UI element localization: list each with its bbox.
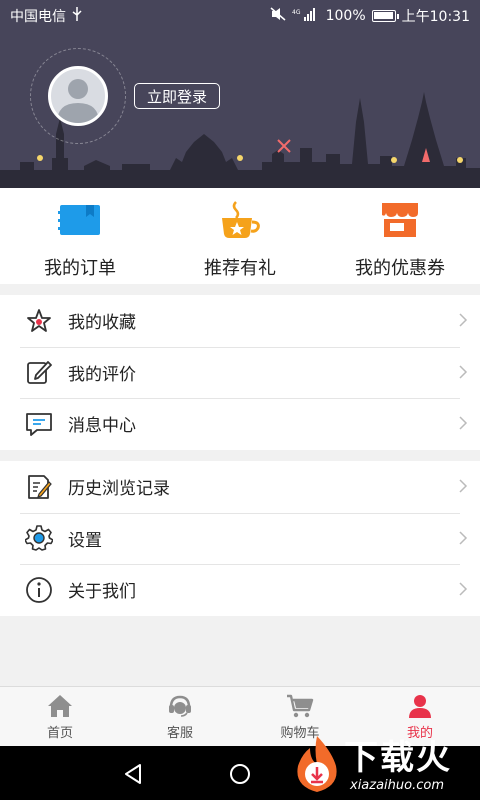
home-button-icon[interactable] — [229, 763, 251, 785]
chevron-right-icon — [459, 582, 468, 596]
back-icon[interactable] — [122, 763, 144, 785]
customer-service-icon — [166, 693, 194, 719]
order-book-icon — [58, 200, 102, 240]
chevron-right-icon — [459, 416, 468, 430]
mute-icon — [270, 7, 286, 25]
user-icon — [406, 693, 434, 719]
login-button[interactable]: 立即登录 — [134, 83, 220, 109]
chevron-right-icon — [459, 479, 468, 493]
menu-item-history[interactable]: 历史浏览记录 — [0, 461, 480, 513]
menu-group-general: 历史浏览记录 设置 关于我们 — [0, 461, 480, 616]
usb-icon — [72, 7, 82, 25]
home-icon — [46, 693, 74, 719]
quick-item-coupons[interactable]: 我的优惠券 — [320, 188, 480, 284]
quick-item-label: 我的优惠券 — [355, 258, 445, 279]
tab-label: 首页 — [46, 726, 73, 741]
message-icon — [24, 409, 54, 439]
carrier-label: 中国电信 — [10, 9, 66, 25]
coffee-cup-icon — [218, 200, 262, 240]
edit-icon — [24, 357, 54, 387]
menu-item-label: 历史浏览记录 — [68, 479, 170, 500]
cart-icon — [286, 693, 314, 719]
clock: 上午10:31 — [401, 9, 470, 25]
chevron-right-icon — [459, 364, 468, 379]
menu-item-reviews[interactable]: 我的评价 — [0, 346, 480, 399]
menu-item-label: 我的收藏 — [68, 313, 136, 334]
chevron-right-icon — [459, 530, 468, 545]
tab-label: 客服 — [166, 726, 193, 741]
battery-icon — [371, 10, 399, 22]
menu-item-label: 我的评价 — [68, 364, 136, 385]
menu-item-settings[interactable]: 设置 — [0, 512, 480, 565]
avatar[interactable] — [30, 48, 126, 144]
quick-item-label: 我的订单 — [44, 258, 116, 279]
menu-group-account: 我的收藏 我的评价 消息中心 — [0, 295, 480, 450]
tab-customer-service[interactable]: 客服 — [120, 687, 240, 746]
menu-item-messages[interactable]: 消息中心 — [0, 398, 480, 450]
shop-icon — [378, 200, 422, 240]
quick-item-orders[interactable]: 我的订单 — [0, 188, 160, 284]
svg-text:4G: 4G — [292, 9, 301, 16]
signal-icon: 4G — [292, 7, 320, 25]
menu-item-about[interactable]: 关于我们 — [0, 564, 480, 616]
watermark-subtitle: xiazaihuo.com — [350, 778, 445, 793]
watermark-logo: 下载火 xiazaihuo.com — [288, 726, 474, 800]
info-icon — [24, 575, 54, 605]
quick-actions: 我的订单 推荐有礼 我的优惠券 — [0, 188, 480, 284]
status-bar: 中国电信 4G 100% 上午10:31 — [0, 0, 480, 32]
default-avatar-icon — [48, 66, 108, 126]
menu-item-favorites[interactable]: 我的收藏 — [0, 295, 480, 347]
menu-item-label: 消息中心 — [68, 416, 136, 437]
quick-item-label: 推荐有礼 — [204, 258, 276, 279]
menu-item-label: 关于我们 — [68, 582, 136, 603]
flame-download-icon — [297, 736, 337, 792]
tab-home[interactable]: 首页 — [0, 687, 120, 746]
menu-item-label: 设置 — [68, 530, 102, 551]
battery-percent: 100% — [325, 8, 366, 24]
history-icon — [24, 472, 54, 502]
gear-icon — [24, 523, 54, 553]
star-icon — [24, 306, 54, 336]
quick-item-referral[interactable]: 推荐有礼 — [160, 188, 320, 284]
chevron-right-icon — [459, 313, 468, 327]
watermark-title: 下载火 — [344, 738, 452, 778]
